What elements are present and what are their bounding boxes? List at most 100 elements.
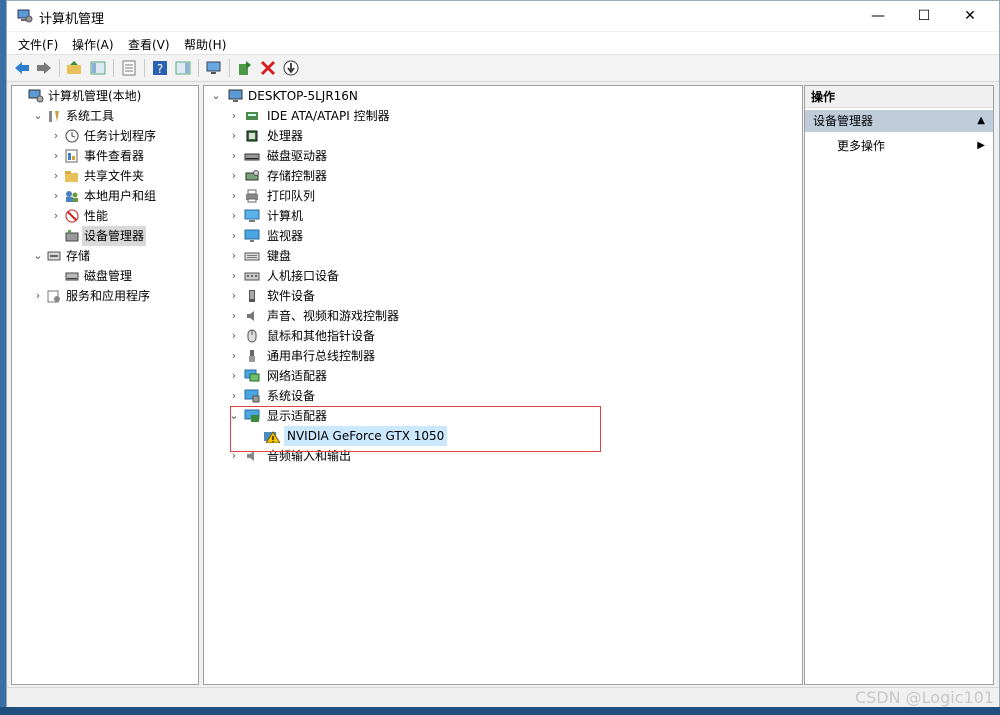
properties-icon[interactable] <box>120 59 138 77</box>
uninstall-icon[interactable] <box>259 59 277 77</box>
close-button[interactable]: ✕ <box>947 1 993 31</box>
monitor-icon <box>244 229 260 242</box>
chevron-down-icon[interactable]: ⌄ <box>228 406 240 426</box>
chevron-right-icon[interactable]: › <box>228 266 240 286</box>
device-category[interactable]: › 软件设备 <box>204 286 794 306</box>
audio-io-icon <box>247 451 254 461</box>
device-category[interactable]: › 存储控制器 <box>204 166 794 186</box>
device-label: 网络适配器 <box>267 369 328 383</box>
device-category[interactable]: › 处理器 <box>204 126 794 146</box>
device-label: IDE ATA/ATAPI 控制器 <box>267 109 390 123</box>
device-category[interactable]: › 键盘 <box>204 246 794 266</box>
chevron-down-icon[interactable]: ⌄ <box>32 106 44 126</box>
title-bar: 计算机管理 — ☐ ✕ <box>7 1 999 31</box>
nav-item[interactable]: › 事件查看器 <box>12 146 198 166</box>
nav-item[interactable]: › 服务和应用程序 <box>12 286 198 306</box>
device-category[interactable]: › 打印队列 <box>204 186 794 206</box>
ide-icon <box>246 112 258 120</box>
chevron-right-icon[interactable]: › <box>228 386 240 406</box>
nav-item[interactable]: 设备管理器 <box>12 226 198 246</box>
device-label: 声音、视频和游戏控制器 <box>267 309 400 323</box>
chevron-down-icon[interactable]: ⌄ <box>32 246 44 266</box>
system-device-icon <box>244 389 260 403</box>
device-category[interactable]: › 磁盘驱动器 <box>204 146 794 166</box>
device-category[interactable]: › 音频输入和输出 <box>204 446 794 466</box>
chevron-right-icon[interactable]: › <box>228 166 240 186</box>
more-actions-item[interactable]: 更多操作 ▶ <box>805 136 993 156</box>
nav-item-label: 共享文件夹 <box>84 169 145 183</box>
device-category[interactable]: › IDE ATA/ATAPI 控制器 <box>204 106 794 126</box>
menu-help[interactable]: 帮助(H) <box>184 36 226 53</box>
computer-management-window: 计算机管理 — ☐ ✕ 文件(F) 操作(A) 查看(V) 帮助(H) ? 计算… <box>6 0 1000 708</box>
nav-item[interactable]: › 性能 <box>12 206 198 226</box>
device-category[interactable]: › 通用串行总线控制器 <box>204 346 794 366</box>
device-category[interactable]: › 人机接口设备 <box>204 266 794 286</box>
chevron-right-icon[interactable]: › <box>228 146 240 166</box>
menu-file[interactable]: 文件(F) <box>18 36 58 53</box>
chevron-right-icon[interactable]: › <box>50 126 62 146</box>
nav-item[interactable]: 磁盘管理 <box>12 266 198 286</box>
chevron-right-icon[interactable]: › <box>50 166 62 186</box>
show-tree-icon[interactable] <box>89 59 107 77</box>
device-category[interactable]: ⌄ 显示适配器 <box>204 406 794 426</box>
chevron-right-icon[interactable]: › <box>228 286 240 306</box>
root-label: DESKTOP-5LJR16N <box>248 89 358 103</box>
maximize-button[interactable]: ☐ <box>901 1 947 31</box>
chevron-right-icon[interactable]: › <box>228 346 240 366</box>
device-label: 键盘 <box>267 249 292 263</box>
update-driver-icon[interactable] <box>236 59 254 77</box>
chevron-right-icon[interactable]: › <box>228 226 240 246</box>
chevron-right-icon[interactable]: › <box>228 106 240 126</box>
chevron-right-icon[interactable]: › <box>228 126 240 146</box>
chevron-right-icon[interactable]: › <box>50 146 62 166</box>
chevron-right-icon[interactable]: › <box>228 306 240 326</box>
chevron-right-icon[interactable]: › <box>50 186 62 206</box>
nav-item-label: 系统工具 <box>66 109 115 123</box>
chevron-right-icon[interactable]: › <box>228 246 240 266</box>
actions-section-device-manager[interactable]: 设备管理器 ▲ <box>805 110 993 132</box>
chevron-down-icon[interactable]: ⌄ <box>210 86 222 106</box>
minimize-button[interactable]: — <box>855 1 901 31</box>
device-label: 计算机 <box>267 209 304 223</box>
device-category[interactable]: › 监视器 <box>204 226 794 246</box>
device-label: 通用串行总线控制器 <box>267 349 376 363</box>
device-category[interactable]: › 鼠标和其他指针设备 <box>204 326 794 346</box>
device-category[interactable]: › 网络适配器 <box>204 366 794 386</box>
chevron-right-icon[interactable]: › <box>228 326 240 346</box>
forward-icon[interactable] <box>35 59 53 77</box>
menu-view[interactable]: 查看(V) <box>128 36 170 53</box>
nav-item[interactable]: › 本地用户和组 <box>12 186 198 206</box>
scan-hardware-icon[interactable] <box>205 59 223 77</box>
nav-item[interactable]: 计算机管理(本地) <box>12 86 198 106</box>
nav-item[interactable]: ⌄ 系统工具 <box>12 106 198 126</box>
device-category[interactable]: › 系统设备 <box>204 386 794 406</box>
svg-text:?: ? <box>157 62 163 76</box>
collapse-up-icon[interactable]: ▲ <box>977 110 985 132</box>
actions-pane: 操作 设备管理器 ▲ 更多操作 ▶ <box>804 85 994 685</box>
back-icon[interactable] <box>13 59 31 77</box>
up-folder-icon[interactable] <box>65 59 83 77</box>
device-category[interactable]: › 计算机 <box>204 206 794 226</box>
device-category[interactable]: › 声音、视频和游戏控制器 <box>204 306 794 326</box>
action-pane-icon[interactable] <box>174 59 192 77</box>
device-item[interactable]: NVIDIA GeForce GTX 1050 <box>204 426 794 446</box>
clock-icon <box>65 129 79 143</box>
software-device-icon <box>249 290 255 302</box>
nav-item[interactable]: › 共享文件夹 <box>12 166 198 186</box>
chevron-right-icon[interactable]: › <box>228 186 240 206</box>
chevron-right-icon[interactable]: › <box>50 206 62 226</box>
toolbar-separator <box>113 59 114 77</box>
computer-mgmt-icon <box>28 89 44 103</box>
chevron-right-icon[interactable]: › <box>228 366 240 386</box>
nav-item[interactable]: ⌄ 存储 <box>12 246 198 266</box>
chevron-right-icon[interactable]: › <box>228 206 240 226</box>
chevron-right-icon[interactable]: › <box>32 286 44 306</box>
menu-action[interactable]: 操作(A) <box>72 36 114 53</box>
device-label: 磁盘驱动器 <box>267 149 328 163</box>
help-icon[interactable]: ? <box>151 59 169 77</box>
device-label: 处理器 <box>267 129 304 143</box>
disable-device-icon[interactable] <box>282 59 300 77</box>
chevron-right-icon[interactable]: › <box>228 446 240 466</box>
nav-item[interactable]: › 任务计划程序 <box>12 126 198 146</box>
nav-item-label: 本地用户和组 <box>84 189 157 203</box>
